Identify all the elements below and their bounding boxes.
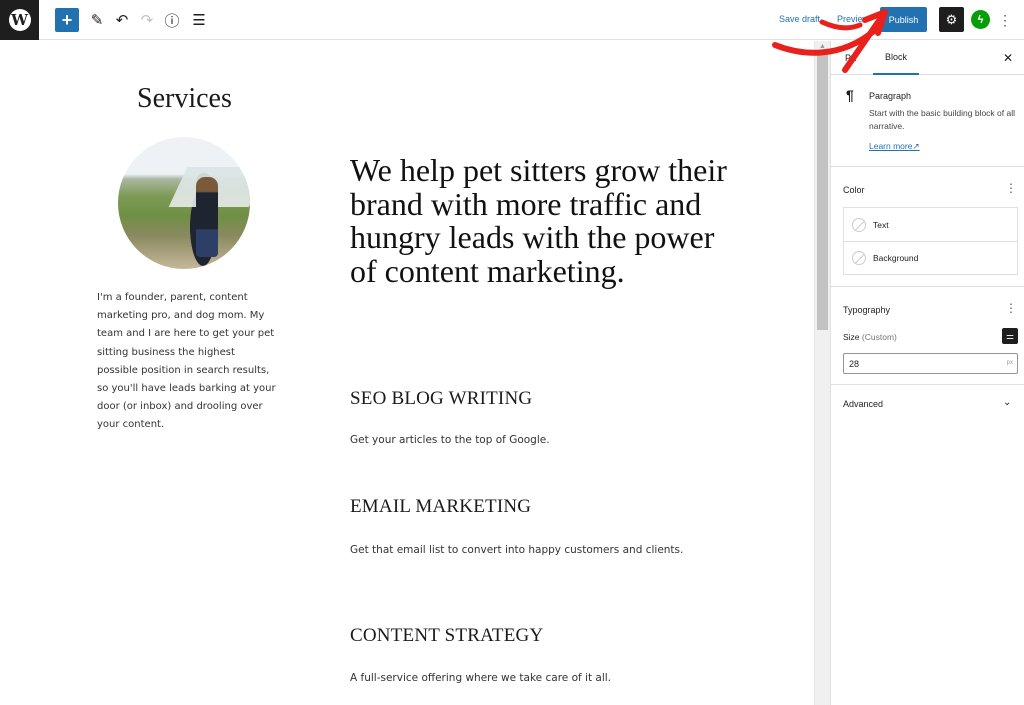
close-sidebar-button[interactable]: ✕ [1003, 51, 1013, 65]
editor-canvas[interactable]: Services I'm a founder, parent, content … [0, 41, 814, 705]
list-view-button[interactable]: ☰ [187, 8, 211, 32]
color-options-button[interactable]: ⋮ [1005, 181, 1017, 195]
undo-icon: ↶ [115, 12, 129, 29]
scrollbar-thumb[interactable] [817, 53, 828, 330]
wordpress-icon: W [8, 9, 31, 31]
size-mode: (Custom) [861, 332, 897, 342]
service-description[interactable]: A full-service offering where we take ca… [350, 668, 690, 688]
color-item-text[interactable]: Text [844, 208, 1017, 241]
learn-more-link[interactable]: Learn more↗ [869, 141, 920, 152]
service-description[interactable]: Get that email list to convert into happ… [350, 540, 690, 560]
chevron-down-icon: ⌄ [1003, 397, 1012, 408]
advanced-panel[interactable]: Advanced ⌄ [831, 385, 1024, 423]
color-item-label: Text [873, 219, 889, 230]
color-panel: Color ⋮ Text Background [831, 167, 1024, 287]
service-heading[interactable]: CONTENT STRATEGY [350, 625, 543, 647]
jetpack-button[interactable]: ϟ [971, 10, 990, 29]
save-draft-button[interactable]: Save draft [779, 14, 820, 24]
undo-button[interactable]: ↶ [110, 8, 134, 32]
editor-top-bar: W + ✎ ↶ ↷ ⓘ ☰ Save draft Preview Publish… [0, 0, 1024, 40]
preview-button[interactable]: Preview [837, 14, 869, 24]
photo-person [196, 177, 218, 257]
size-custom-toggle[interactable]: ⚌ [1002, 328, 1018, 344]
block-name: Paragraph [869, 91, 912, 101]
redo-button[interactable]: ↷ [135, 8, 159, 32]
wordpress-logo-button[interactable]: W [0, 0, 39, 40]
tab-block[interactable]: Block [873, 41, 919, 75]
page-title[interactable]: Services [137, 83, 232, 115]
block-card: ¶ Paragraph Start with the basic buildin… [831, 75, 1024, 167]
plus-icon: + [61, 9, 73, 30]
profile-photo[interactable] [118, 137, 250, 269]
sliders-icon: ⚌ [1005, 330, 1015, 341]
publish-button[interactable]: Publish [880, 7, 927, 32]
typography-panel-title: Typography [843, 305, 891, 315]
font-size-label: Size (Custom) [843, 332, 897, 342]
no-color-swatch-icon [852, 217, 866, 232]
info-icon: ⓘ [164, 12, 180, 30]
close-icon: ✕ [1003, 51, 1014, 65]
color-panel-title: Color [843, 185, 865, 195]
bio-paragraph[interactable]: I'm a founder, parent, content marketing… [97, 289, 277, 435]
more-vertical-icon: ⋮ [1005, 301, 1017, 315]
typography-options-button[interactable]: ⋮ [1005, 301, 1017, 315]
scroll-up-arrow-icon[interactable]: ▲ [815, 43, 830, 53]
hero-paragraph[interactable]: We help pet sitters grow their brand wit… [350, 153, 730, 288]
canvas-scrollbar[interactable]: ▲ [814, 41, 830, 705]
font-size-input[interactable]: 28 px [843, 353, 1018, 374]
service-description[interactable]: Get your articles to the top of Google. [350, 430, 690, 450]
advanced-panel-title: Advanced [843, 399, 884, 409]
service-heading[interactable]: SEO BLOG WRITING [350, 388, 532, 410]
font-size-value: 28 [849, 358, 860, 369]
options-menu-button[interactable]: ⋮ [998, 10, 1012, 30]
size-label-text: Size [843, 332, 860, 342]
block-description: Start with the basic building block of a… [869, 108, 1015, 131]
more-vertical-icon: ⋮ [1005, 181, 1017, 195]
service-heading[interactable]: EMAIL MARKETING [350, 496, 531, 518]
more-vertical-icon: ⋮ [998, 12, 1012, 28]
settings-button[interactable]: ⚙ [939, 7, 964, 32]
details-button[interactable]: ⓘ [160, 8, 184, 32]
color-item-label: Background [873, 253, 919, 263]
color-list: Text Background [843, 207, 1018, 275]
tab-post[interactable]: Pa [845, 53, 856, 63]
sidebar-tabs: Pa Block ✕ [831, 41, 1024, 75]
redo-icon: ↷ [140, 12, 154, 29]
no-color-swatch-icon [852, 251, 866, 265]
jetpack-icon: ϟ [977, 13, 984, 26]
typography-panel: Typography ⋮ Size (Custom) ⚌ 28 px [831, 287, 1024, 385]
tools-button[interactable]: ✎ [85, 8, 109, 32]
paragraph-icon: ¶ [846, 87, 854, 103]
font-size-unit: px [1006, 360, 1013, 366]
settings-sidebar: Pa Block ✕ ¶ Paragraph Start with the ba… [830, 41, 1024, 705]
color-item-background[interactable]: Background [844, 241, 1017, 274]
gear-icon: ⚙ [945, 11, 958, 27]
pencil-icon: ✎ [90, 12, 104, 29]
add-block-button[interactable]: + [55, 8, 79, 32]
list-view-icon: ☰ [192, 12, 206, 29]
